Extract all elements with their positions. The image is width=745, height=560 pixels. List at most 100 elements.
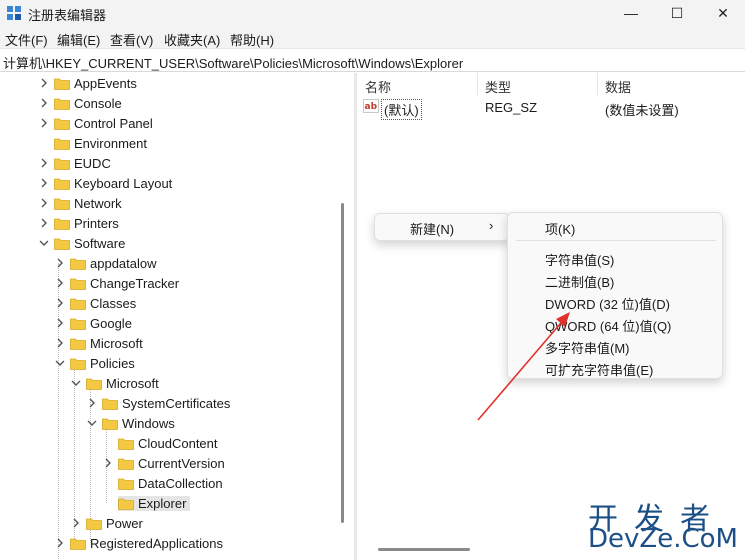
value-row[interactable]: ab (默认) REG_SZ (数值未设置) <box>361 97 741 120</box>
tree-item[interactable]: Console <box>38 93 122 113</box>
tree-item[interactable]: appdatalow <box>54 253 157 273</box>
tree-item[interactable]: Classes <box>54 293 136 313</box>
chevron-right-icon[interactable] <box>38 177 50 189</box>
chevron-right-icon[interactable] <box>54 297 66 309</box>
submenu-arrow-icon: › <box>489 218 494 233</box>
tree-item[interactable]: Network <box>38 193 122 213</box>
tree-item[interactable]: CloudContent <box>102 433 218 453</box>
tree-item[interactable]: Google <box>54 313 132 333</box>
chevron-down-icon[interactable] <box>54 357 66 369</box>
tree-item[interactable]: EUDC <box>38 153 111 173</box>
column-header-data[interactable]: 数据 <box>605 77 631 96</box>
tree-item-body[interactable]: appdatalow <box>70 256 157 271</box>
tree-item-body[interactable]: Power <box>86 516 143 531</box>
minimize-button[interactable]: — <box>608 2 654 24</box>
chevron-right-icon[interactable] <box>54 317 66 329</box>
chevron-right-icon[interactable] <box>38 117 50 129</box>
column-separator[interactable] <box>477 73 478 95</box>
tree-item-body[interactable]: Control Panel <box>54 116 153 131</box>
menu-favorites[interactable]: 收藏夹(A) <box>164 30 220 49</box>
menu-item-dword-value[interactable]: DWORD (32 位)值(D) <box>545 294 670 313</box>
values-horizontal-scrollbar[interactable] <box>378 548 470 551</box>
chevron-right-icon[interactable] <box>38 97 50 109</box>
chevron-right-icon[interactable] <box>86 397 98 409</box>
chevron-right-icon[interactable] <box>38 77 50 89</box>
tree-item-body[interactable]: RegisteredApplications <box>70 536 223 551</box>
chevron-right-icon[interactable] <box>38 157 50 169</box>
tree-item-body[interactable]: DataCollection <box>118 476 223 491</box>
menu-edit[interactable]: 编辑(E) <box>57 30 100 49</box>
tree-item[interactable]: Policies <box>54 353 135 373</box>
tree-item-body[interactable]: Windows <box>102 416 175 431</box>
tree-item[interactable]: ChangeTracker <box>54 273 179 293</box>
address-bar[interactable]: 计算机\HKEY_CURRENT_USER\Software\Policies\… <box>0 48 745 72</box>
tree-item-body[interactable]: Console <box>54 96 122 111</box>
tree-item-body[interactable]: Keyboard Layout <box>54 176 172 191</box>
tree-item-label: Console <box>74 95 122 111</box>
tree-item-body[interactable]: Policies <box>70 356 135 371</box>
tree-item-body[interactable]: Classes <box>70 296 136 311</box>
maximize-button[interactable]: ☐ <box>654 2 700 24</box>
value-name[interactable]: (默认) <box>381 99 422 120</box>
tree-item[interactable]: Microsoft <box>70 373 159 393</box>
tree-item[interactable]: Software <box>38 233 125 253</box>
chevron-right-icon[interactable] <box>54 537 66 549</box>
chevron-down-icon[interactable] <box>86 417 98 429</box>
tree-item-body[interactable]: Microsoft <box>86 376 159 391</box>
chevron-right-icon[interactable] <box>38 217 50 229</box>
tree-item-body[interactable]: Google <box>70 316 132 331</box>
close-button[interactable]: ✕ <box>700 2 745 24</box>
chevron-right-icon[interactable] <box>54 257 66 269</box>
tree-item[interactable]: CurrentVersion <box>102 453 225 473</box>
menu-file[interactable]: 文件(F) <box>5 30 48 49</box>
column-header-name[interactable]: 名称 <box>365 77 391 96</box>
tree-item[interactable]: Printers <box>38 213 119 233</box>
chevron-right-icon[interactable] <box>70 517 82 529</box>
address-path[interactable]: 计算机\HKEY_CURRENT_USER\Software\Policies\… <box>3 53 463 72</box>
column-header-type[interactable]: 类型 <box>485 77 511 96</box>
tree-item[interactable]: DataCollection <box>102 473 223 493</box>
chevron-right-icon[interactable] <box>38 197 50 209</box>
chevron-right-icon[interactable] <box>102 457 114 469</box>
tree-item-body[interactable]: SystemCertificates <box>102 396 230 411</box>
tree-item-body[interactable]: CurrentVersion <box>118 456 225 471</box>
chevron-right-icon[interactable] <box>54 337 66 349</box>
menu-item-string-value[interactable]: 字符串值(S) <box>545 250 614 269</box>
tree-item[interactable]: Control Panel <box>38 113 153 133</box>
tree-item[interactable]: Power <box>70 513 143 533</box>
tree-item-body[interactable]: Microsoft <box>70 336 143 351</box>
value-type: REG_SZ <box>485 100 538 115</box>
tree-item[interactable]: AppEvents <box>38 73 137 93</box>
tree-item[interactable]: Windows <box>86 413 175 433</box>
chevron-right-icon[interactable] <box>54 277 66 289</box>
tree-item-body[interactable]: CloudContent <box>118 436 218 451</box>
menu-item-binary-value[interactable]: 二进制值(B) <box>545 272 614 291</box>
tree-item-selected[interactable]: Explorer <box>118 495 191 511</box>
chevron-down-icon[interactable] <box>70 377 82 389</box>
menu-item-multi-string-value[interactable]: 多字符串值(M) <box>545 338 630 357</box>
column-separator[interactable] <box>597 73 598 95</box>
folder-icon <box>54 157 70 170</box>
tree-item[interactable]: Explorer <box>102 493 191 513</box>
tree-item-body[interactable]: Printers <box>54 216 119 231</box>
menu-item-new[interactable]: 新建(N) <box>410 219 454 238</box>
tree-item-body[interactable]: Environment <box>54 136 147 151</box>
menu-item-qword-value[interactable]: QWORD (64 位)值(Q) <box>545 316 671 335</box>
menu-help[interactable]: 帮助(H) <box>230 30 274 49</box>
tree-item-body[interactable]: ChangeTracker <box>70 276 179 291</box>
chevron-down-icon[interactable] <box>38 237 50 249</box>
menu-item-key[interactable]: 项(K) <box>545 219 575 238</box>
menu-view[interactable]: 查看(V) <box>110 30 153 49</box>
menu-item-expandable-string-value[interactable]: 可扩充字符串值(E) <box>545 360 653 379</box>
tree-item-body[interactable]: Software <box>54 236 125 251</box>
tree-item[interactable]: SystemCertificates <box>86 393 230 413</box>
tree-item[interactable]: Environment <box>38 133 147 153</box>
key-tree-pane[interactable]: AppEvents Console Control Panel Environment… <box>0 73 354 560</box>
tree-item[interactable]: Keyboard Layout <box>38 173 172 193</box>
tree-scrollbar[interactable] <box>341 203 344 523</box>
tree-item[interactable]: Microsoft <box>54 333 143 353</box>
tree-item-body[interactable]: AppEvents <box>54 76 137 91</box>
tree-item-body[interactable]: Network <box>54 196 122 211</box>
tree-item[interactable]: RegisteredApplications <box>54 533 223 553</box>
tree-item-body[interactable]: EUDC <box>54 156 111 171</box>
